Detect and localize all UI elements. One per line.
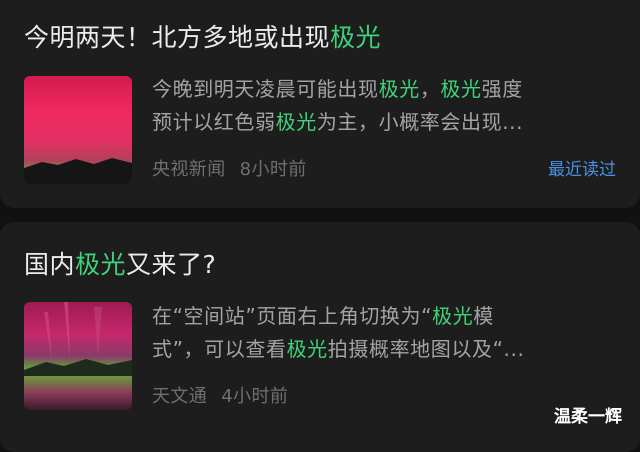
news-snippet: 今晚到明天凌晨可能出现极光，极光强度 预计以红色弱极光为主，小概率会出现...	[152, 73, 622, 139]
snippet-text: 拍摄概率地图以及“...	[327, 337, 525, 361]
news-thumbnail[interactable]	[24, 302, 132, 410]
snippet-text: 在“空间站”页面右上角切换为“	[152, 304, 433, 328]
keyword-highlight: 极光	[330, 23, 382, 52]
news-source: 天文通	[152, 386, 208, 407]
news-snippet: 在“空间站”页面右上角切换为“极光模 式”，可以查看极光拍摄概率地图以及“...	[152, 300, 622, 366]
keyword-highlight: 极光	[378, 77, 420, 101]
news-source: 央视新闻	[152, 159, 226, 180]
watermark: 温柔一辉	[554, 407, 622, 427]
keyword-highlight: 极光	[440, 77, 482, 101]
recently-read-badge: 最近读过	[548, 160, 616, 180]
news-meta: 天文通 4小时前	[152, 385, 288, 409]
red-aurora-photo-icon	[24, 76, 132, 184]
snippet-text: 为主，小概率会出现...	[316, 110, 524, 134]
keyword-highlight: 极光	[75, 250, 127, 279]
snippet-text: 式”，可以查看	[152, 337, 287, 361]
keyword-highlight: 极光	[286, 337, 328, 361]
title-text: 国内	[24, 250, 76, 279]
news-time: 4小时前	[221, 386, 289, 407]
news-card[interactable]: 今明两天！北方多地或出现极光 今晚到明天凌晨可能出现极光，极光强度 预计以红色弱…	[0, 0, 640, 208]
keyword-highlight: 极光	[275, 110, 317, 134]
snippet-text: 强度	[481, 77, 523, 101]
news-time: 8小时前	[239, 159, 307, 180]
news-meta: 央视新闻 8小时前	[152, 158, 307, 182]
snippet-text: 预计以红色弱	[152, 110, 276, 134]
snippet-text: ，	[419, 77, 441, 101]
snippet-text: 今晚到明天凌晨可能出现	[152, 77, 379, 101]
news-title[interactable]: 今明两天！北方多地或出现极光	[24, 22, 381, 54]
news-title[interactable]: 国内极光又来了?	[24, 249, 216, 281]
snippet-text: 模	[473, 304, 494, 328]
news-card[interactable]: 国内极光又来了? 在“空间站”页面右上角切换为“极光模 式”，可以查看极光拍摄概…	[0, 222, 640, 452]
title-text: 今明两天！北方多地或出现	[24, 23, 331, 52]
keyword-highlight: 极光	[432, 304, 474, 328]
green-red-aurora-photo-icon	[24, 302, 132, 410]
news-thumbnail[interactable]	[24, 76, 132, 184]
title-text: 又来了?	[126, 250, 217, 279]
